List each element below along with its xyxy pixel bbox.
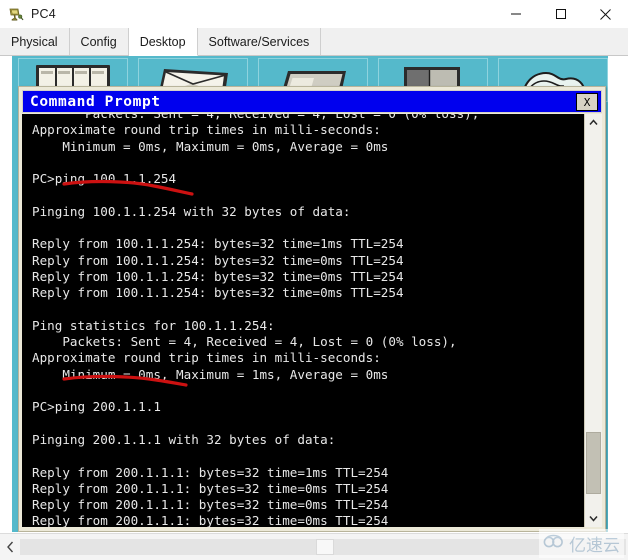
close-button[interactable] <box>583 0 628 28</box>
window-horizontal-scrollbar[interactable] <box>0 533 628 560</box>
cloud-logo-icon <box>543 533 565 554</box>
horizontal-scroll-track[interactable] <box>20 539 626 555</box>
device-pc-icon <box>8 6 24 22</box>
watermark: 亿速云 <box>539 529 624 558</box>
close-x-icon: X <box>583 95 591 109</box>
tab-bar: Physical Config Desktop Software/Service… <box>0 28 628 56</box>
maximize-button[interactable] <box>538 0 583 28</box>
console-vertical-scrollbar[interactable] <box>584 114 602 527</box>
tab-config[interactable]: Config <box>69 28 129 55</box>
tab-physical-label: Physical <box>11 34 58 49</box>
minimize-icon <box>510 8 522 20</box>
chevron-up-icon <box>589 119 598 125</box>
scroll-down-button[interactable] <box>585 510 602 527</box>
tab-software-services-label: Software/Services <box>208 34 310 49</box>
titlebar-left-group: PC4 <box>8 0 56 28</box>
chevron-down-icon <box>589 516 598 522</box>
tab-physical[interactable]: Physical <box>0 28 70 55</box>
tab-config-label: Config <box>80 34 117 49</box>
tab-software-services[interactable]: Software/Services <box>197 28 322 55</box>
console-output-area[interactable]: Packets: Sent = 4, Received = 4, Lost = … <box>22 114 584 527</box>
watermark-text: 亿速云 <box>569 536 620 556</box>
close-icon <box>599 8 612 21</box>
minimize-button[interactable] <box>493 0 538 28</box>
desktop-panel: Command Prompt X Packets: Sent = 4, Rece… <box>0 56 628 534</box>
window-titlebar: PC4 <box>0 0 628 28</box>
pc-device-window: PC4 Physical Config Desktop Software/Ser… <box>0 0 628 560</box>
command-prompt-titlebar[interactable]: Command Prompt X <box>22 90 602 113</box>
window-title: PC4 <box>31 7 56 21</box>
command-prompt-body: Packets: Sent = 4, Received = 4, Lost = … <box>22 114 602 527</box>
command-prompt-window: Command Prompt X Packets: Sent = 4, Rece… <box>18 86 606 532</box>
chevron-left-icon <box>6 541 13 553</box>
tab-desktop-label: Desktop <box>139 34 186 49</box>
command-prompt-title: Command Prompt <box>30 93 161 110</box>
command-prompt-close-button[interactable]: X <box>576 93 598 111</box>
maximize-icon <box>555 8 567 20</box>
window-controls-group <box>493 0 628 28</box>
horizontal-scroll-thumb[interactable] <box>316 539 334 555</box>
scroll-up-button[interactable] <box>585 114 602 131</box>
scroll-thumb[interactable] <box>586 432 601 494</box>
console-text: Packets: Sent = 4, Received = 4, Lost = … <box>32 114 479 527</box>
scroll-left-button[interactable] <box>0 534 20 560</box>
desktop-canvas: Command Prompt X Packets: Sent = 4, Rece… <box>12 56 608 532</box>
tab-desktop[interactable]: Desktop <box>128 28 198 56</box>
